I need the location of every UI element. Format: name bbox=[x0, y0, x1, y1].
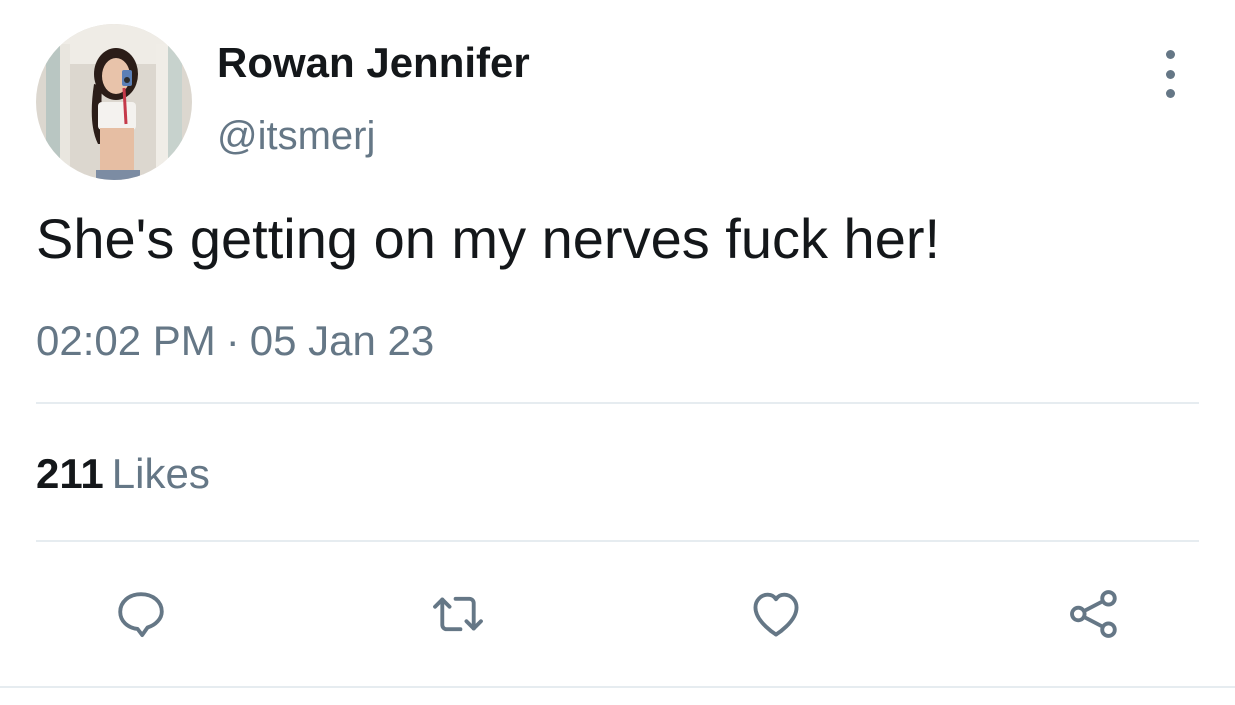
share-icon bbox=[1070, 590, 1117, 638]
divider bbox=[36, 402, 1199, 404]
action-bar bbox=[0, 584, 1235, 644]
more-dot bbox=[1165, 50, 1175, 59]
more-dot bbox=[1165, 69, 1175, 79]
reply-button[interactable] bbox=[111, 584, 171, 644]
retweet-button[interactable] bbox=[428, 584, 488, 644]
display-name[interactable]: Rowan Jennifer bbox=[217, 38, 530, 88]
share-button[interactable] bbox=[1064, 584, 1124, 644]
divider bbox=[36, 540, 1199, 542]
tweet-time: 02:02 PM bbox=[36, 317, 216, 364]
likes-label: Likes bbox=[111, 450, 210, 497]
timestamp-separator: · bbox=[225, 317, 240, 364]
like-button[interactable] bbox=[746, 584, 806, 644]
more-options-icon[interactable] bbox=[1150, 50, 1190, 98]
reply-icon bbox=[118, 592, 164, 637]
heart-icon bbox=[753, 592, 799, 637]
user-handle[interactable]: @itsmerj bbox=[217, 112, 375, 160]
retweet-icon bbox=[433, 596, 483, 632]
likes-stat[interactable]: 211 Likes bbox=[36, 449, 210, 499]
tweet-timestamp: 02:02 PM · 05 Jan 23 bbox=[36, 316, 434, 366]
tweet-date: 05 Jan 23 bbox=[249, 317, 435, 364]
divider bbox=[0, 686, 1235, 688]
avatar-image bbox=[36, 24, 192, 180]
tweet-text: She's getting on my nerves fuck her! bbox=[36, 207, 941, 270]
likes-count: 211 bbox=[36, 450, 104, 497]
more-dot bbox=[1165, 89, 1175, 98]
avatar[interactable] bbox=[36, 24, 192, 180]
